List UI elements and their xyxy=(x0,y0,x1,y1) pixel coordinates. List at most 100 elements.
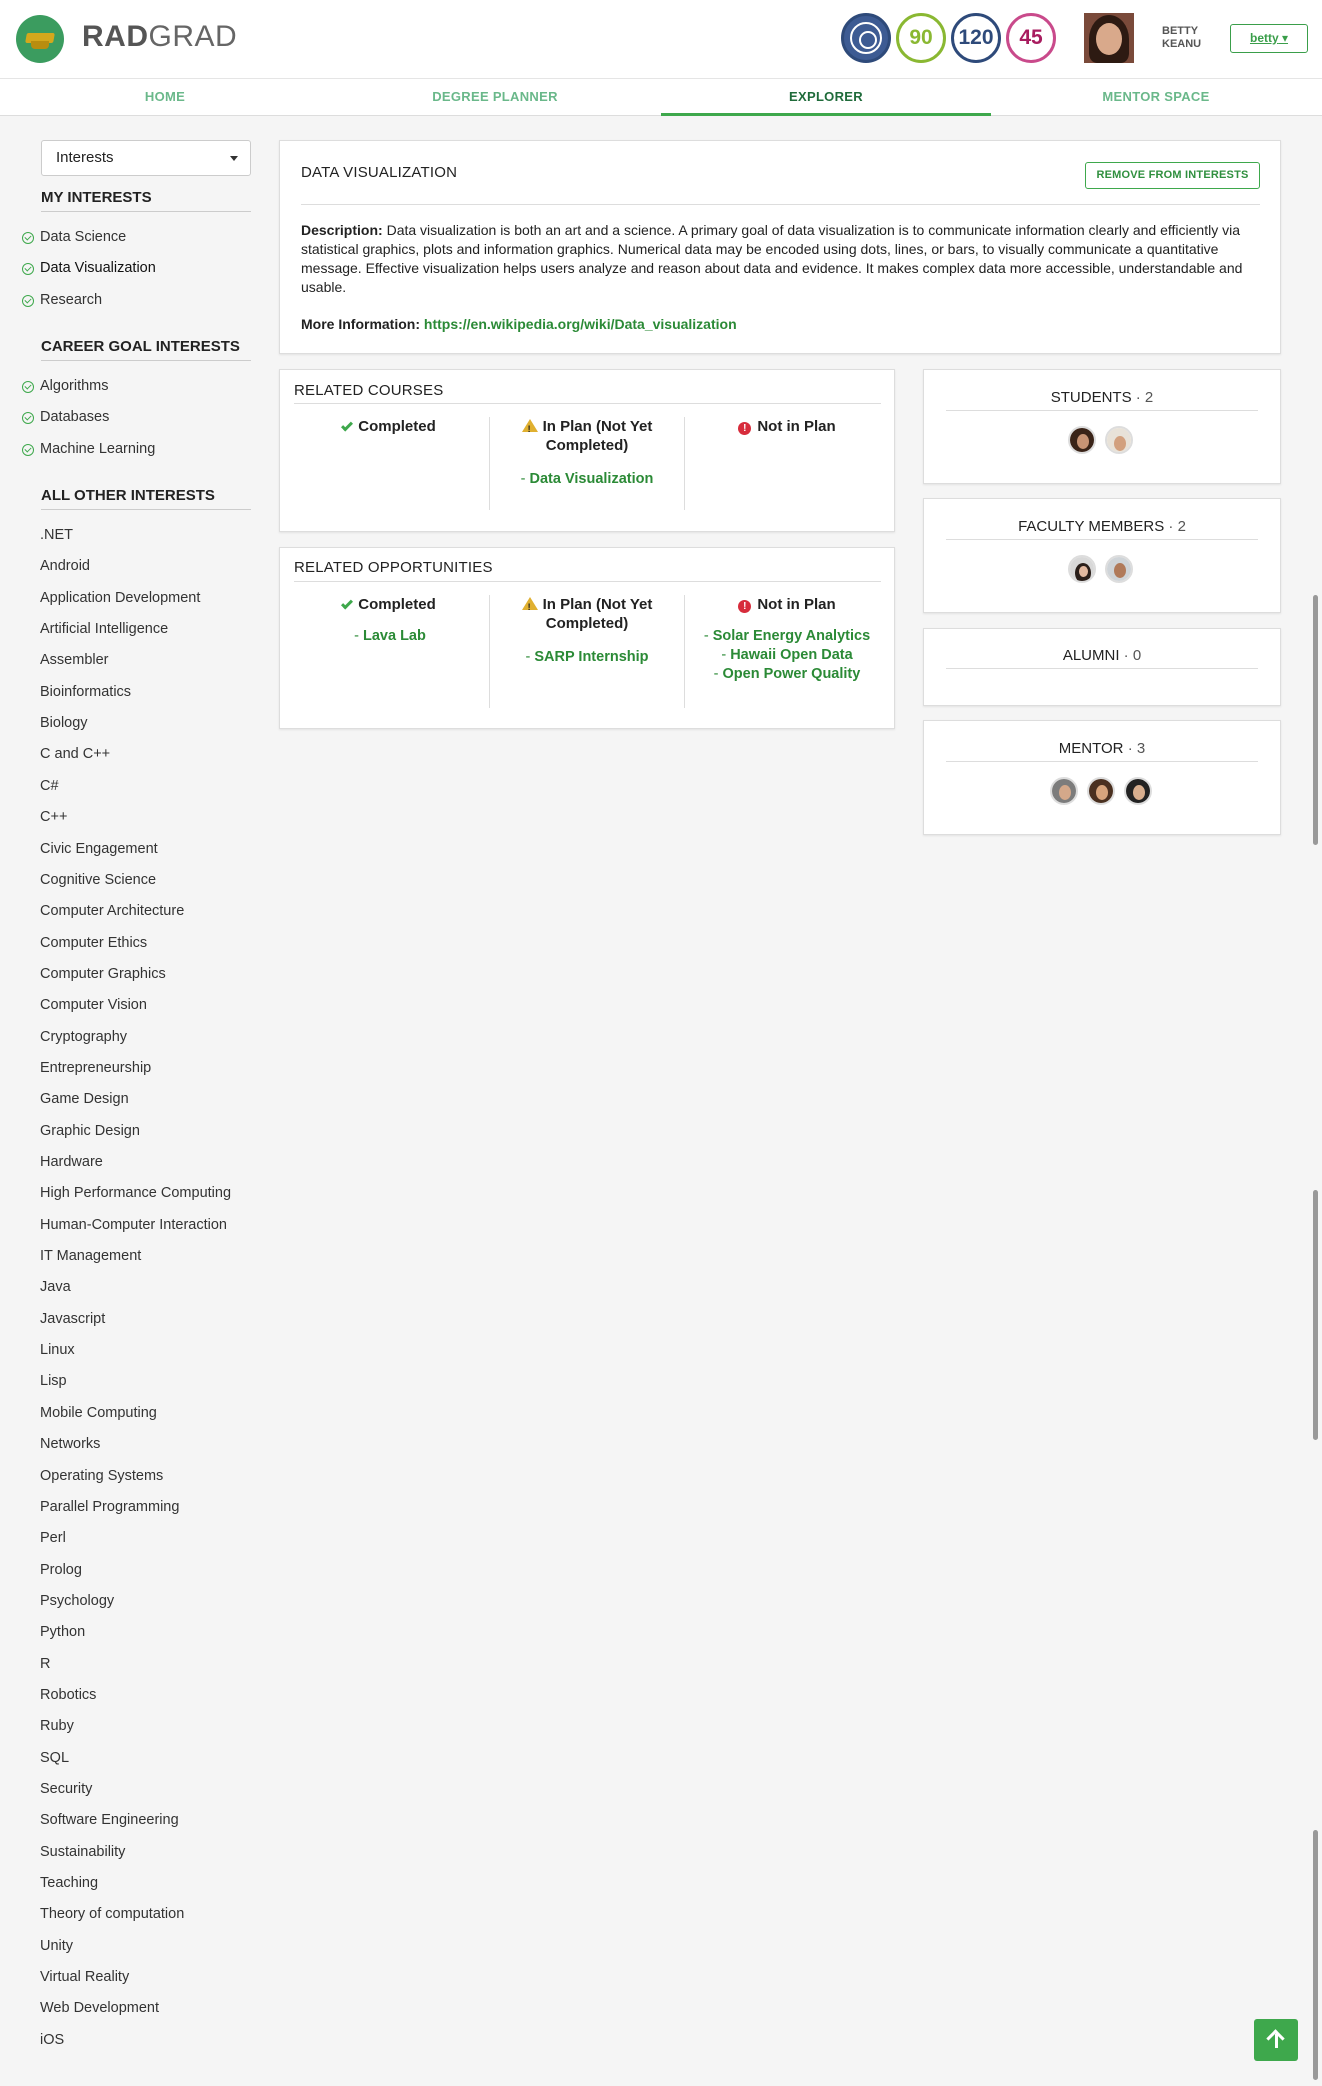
ice-logo-icon[interactable] xyxy=(841,13,891,63)
opportunities-not-in-plan-column: ! Not in Plan - Solar Energy Analytics - H… xyxy=(692,595,882,684)
interest-item[interactable]: Android xyxy=(40,558,90,574)
interest-item[interactable]: Cryptography xyxy=(40,1029,127,1045)
student-avatar[interactable] xyxy=(1105,426,1133,454)
user-avatar[interactable] xyxy=(1084,13,1134,63)
interest-item[interactable]: Operating Systems xyxy=(40,1468,163,1484)
remove-from-interests-button[interactable]: REMOVE FROM INTERESTS xyxy=(1085,162,1260,189)
tab-home[interactable]: HOME xyxy=(0,79,330,116)
related-opportunity-link[interactable]: - Solar Energy Analytics xyxy=(692,627,882,646)
tab-explorer[interactable]: EXPLORER xyxy=(661,79,991,116)
radgrad-logo-icon[interactable] xyxy=(16,15,64,63)
my-interest-item[interactable]: Research xyxy=(40,292,102,308)
faculty-avatar[interactable] xyxy=(1068,555,1096,583)
interest-item[interactable]: Game Design xyxy=(40,1091,129,1107)
interest-item[interactable]: Assembler xyxy=(40,652,109,668)
tab-mentor-space[interactable]: MENTOR SPACE xyxy=(991,79,1321,116)
interest-item[interactable]: Computer Ethics xyxy=(40,935,147,951)
interest-item[interactable]: Bioinformatics xyxy=(40,684,131,700)
interest-item[interactable]: C++ xyxy=(40,809,67,825)
interest-item[interactable]: Networks xyxy=(40,1436,100,1452)
related-courses-panel: RELATED COURSES Completed In Plan (Not Y… xyxy=(279,369,895,532)
interest-item[interactable]: Computer Architecture xyxy=(40,903,184,919)
student-avatar[interactable] xyxy=(1068,426,1096,454)
interest-item[interactable]: Linux xyxy=(40,1342,75,1358)
interest-item[interactable]: C and C++ xyxy=(40,746,110,762)
scrollbar-thumb[interactable] xyxy=(1313,595,1318,845)
interest-item[interactable]: Perl xyxy=(40,1530,66,1546)
related-opportunity-link[interactable]: - Hawaii Open Data xyxy=(692,646,882,665)
related-opportunity-link[interactable]: - Lava Lab xyxy=(300,627,480,646)
interest-item[interactable]: Software Engineering xyxy=(40,1812,179,1828)
competency-points-badge[interactable]: 120 xyxy=(951,13,1001,63)
career-goal-interest-item[interactable]: Machine Learning xyxy=(40,441,155,457)
interest-item[interactable]: Application Development xyxy=(40,590,200,606)
related-opportunity-link[interactable]: - Open Power Quality xyxy=(692,665,882,684)
interest-item[interactable]: Prolog xyxy=(40,1562,82,1578)
faculty-avatar[interactable] xyxy=(1105,555,1133,583)
interest-item[interactable]: Security xyxy=(40,1781,92,1797)
interest-item[interactable]: Biology xyxy=(40,715,88,731)
mentor-avatar[interactable] xyxy=(1087,777,1115,805)
career-goal-interest-item[interactable]: Algorithms xyxy=(40,378,109,394)
opportunities-completed-column: Completed - Lava Lab xyxy=(300,595,480,646)
interest-item[interactable]: Hardware xyxy=(40,1154,103,1170)
interest-item[interactable]: Artificial Intelligence xyxy=(40,621,168,637)
scrollbar-thumb[interactable] xyxy=(1313,1190,1318,1440)
interest-item[interactable]: Python xyxy=(40,1624,85,1640)
scroll-to-top-button[interactable] xyxy=(1254,2019,1298,2061)
interest-item[interactable]: iOS xyxy=(40,2032,64,2048)
interest-item[interactable]: C# xyxy=(40,778,59,794)
check-circle-icon xyxy=(22,263,34,275)
check-circle-icon xyxy=(22,295,34,307)
scrollbar-thumb[interactable] xyxy=(1313,1830,1318,2080)
interest-item[interactable]: Unity xyxy=(40,1938,73,1954)
experience-points-badge[interactable]: 45 xyxy=(1006,13,1056,63)
interest-item[interactable]: .NET xyxy=(40,527,73,543)
warning-icon xyxy=(521,597,538,617)
interest-item[interactable]: Robotics xyxy=(40,1687,96,1703)
interest-item[interactable]: Psychology xyxy=(40,1593,114,1609)
interest-item[interactable]: Human-Computer Interaction xyxy=(40,1217,227,1233)
interest-item[interactable]: Sustainability xyxy=(40,1844,125,1860)
more-information-link[interactable]: https://en.wikipedia.org/wiki/Data_visua… xyxy=(424,316,737,332)
user-menu-button[interactable]: betty ▾ xyxy=(1230,24,1308,53)
interest-item[interactable]: R xyxy=(40,1656,50,1672)
interest-item[interactable]: Teaching xyxy=(40,1875,98,1891)
interest-item[interactable]: Graphic Design xyxy=(40,1123,140,1139)
brand-name[interactable]: RADGRAD xyxy=(82,20,237,54)
interest-item[interactable]: Virtual Reality xyxy=(40,1969,129,1985)
interest-item[interactable]: Parallel Programming xyxy=(40,1499,179,1515)
interest-item[interactable]: Computer Graphics xyxy=(40,966,166,982)
related-course-link[interactable]: - Data Visualization xyxy=(502,470,672,489)
tab-degree-planner[interactable]: DEGREE PLANNER xyxy=(330,79,660,116)
explorer-type-dropdown[interactable]: Interests xyxy=(41,140,251,176)
caret-down-icon xyxy=(230,156,238,161)
interest-item[interactable]: Ruby xyxy=(40,1718,74,1734)
innovation-points-badge[interactable]: 90 xyxy=(896,13,946,63)
interest-detail-panel: DATA VISUALIZATION REMOVE FROM INTERESTS… xyxy=(279,140,1281,354)
interest-item[interactable]: Civic Engagement xyxy=(40,841,158,857)
interest-item[interactable]: Cognitive Science xyxy=(40,872,156,888)
not-in-plan-icon: ! xyxy=(738,600,752,613)
interest-item[interactable]: Computer Vision xyxy=(40,997,147,1013)
my-interest-item[interactable]: Data Visualization xyxy=(40,260,156,276)
mentor-avatar[interactable] xyxy=(1124,777,1152,805)
interest-item[interactable]: Entrepreneurship xyxy=(40,1060,151,1076)
interest-item[interactable]: Javascript xyxy=(40,1311,105,1327)
interest-item[interactable]: High Performance Computing xyxy=(40,1185,231,1201)
mentor-avatar[interactable] xyxy=(1050,777,1078,805)
interest-item[interactable]: Lisp xyxy=(40,1373,67,1389)
related-opportunity-link[interactable]: - SARP Internship xyxy=(502,648,672,667)
interest-item[interactable]: IT Management xyxy=(40,1248,141,1264)
interest-item[interactable]: SQL xyxy=(40,1750,69,1766)
related-course-link-label: Data Visualization xyxy=(529,471,654,487)
interest-item[interactable]: Web Development xyxy=(40,2000,159,2016)
my-interest-item[interactable]: Data Science xyxy=(40,229,126,245)
courses-not-in-plan-column: ! Not in Plan xyxy=(697,417,877,436)
interest-item[interactable]: Theory of computation xyxy=(40,1906,184,1922)
interest-item[interactable]: Mobile Computing xyxy=(40,1405,157,1421)
career-goal-interest-item[interactable]: Databases xyxy=(40,409,109,425)
interest-item[interactable]: Java xyxy=(40,1279,71,1295)
mentor-panel: MENTOR · 3 xyxy=(923,720,1281,835)
alumni-panel: ALUMNI · 0 xyxy=(923,628,1281,706)
